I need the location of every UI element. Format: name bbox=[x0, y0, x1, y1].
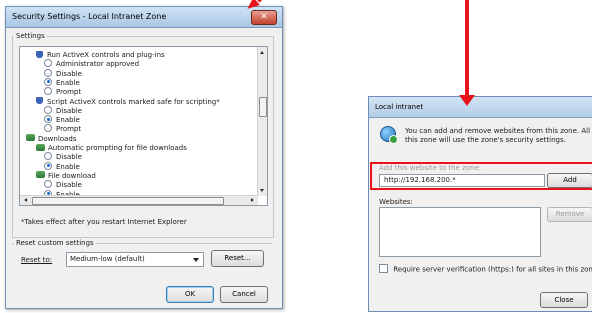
setting-label: Run ActiveX controls and plug-ins bbox=[47, 51, 165, 59]
setting-label: Disable bbox=[56, 181, 82, 190]
setting-option[interactable]: Disable bbox=[44, 152, 82, 162]
reset-level-value: Medium-low (default) bbox=[70, 255, 145, 263]
scroll-thumb[interactable] bbox=[259, 97, 267, 117]
chevron-down-icon bbox=[193, 258, 199, 262]
shield-icon bbox=[36, 97, 43, 104]
setting-header[interactable]: Automatic prompting for file downloads bbox=[36, 143, 187, 153]
setting-label: Prompt bbox=[56, 88, 82, 97]
setting-label: Disable bbox=[56, 69, 82, 78]
arrow-shaft bbox=[465, 0, 469, 97]
scroll-right-arrow[interactable] bbox=[251, 198, 254, 202]
radio-button[interactable] bbox=[44, 77, 52, 86]
restart-note: *Takes effect after you restart Internet… bbox=[21, 218, 187, 226]
setting-label: Administrator approved bbox=[56, 60, 140, 69]
setting-option[interactable]: Disable bbox=[44, 68, 82, 79]
https-checkbox-row[interactable]: Require server verification (https:) for… bbox=[379, 264, 592, 274]
description-line-2: this zone will use the zone's security s… bbox=[405, 136, 566, 144]
cancel-button[interactable]: Cancel bbox=[220, 286, 268, 303]
radio-button[interactable] bbox=[44, 115, 52, 124]
downloads-icon bbox=[36, 143, 45, 151]
settings-group-label: Settings bbox=[14, 32, 47, 40]
vertical-scrollbar[interactable] bbox=[257, 47, 267, 196]
scroll-down-arrow[interactable] bbox=[260, 189, 264, 192]
websites-label: Websites: bbox=[379, 198, 413, 206]
radio-button[interactable] bbox=[44, 105, 52, 114]
close-button[interactable]: Close bbox=[540, 292, 588, 308]
reset-to-label: Reset to: bbox=[21, 256, 53, 264]
globe-icon bbox=[380, 126, 398, 144]
title-bar: Local intranet bbox=[369, 97, 592, 118]
radio-button[interactable] bbox=[44, 124, 52, 133]
radio-button[interactable] bbox=[44, 152, 52, 161]
check-mark-icon bbox=[389, 135, 398, 144]
setting-option[interactable]: Prompt bbox=[44, 87, 82, 97]
shield-icon bbox=[36, 50, 43, 58]
radio-button[interactable] bbox=[44, 68, 52, 77]
scroll-up-arrow[interactable] bbox=[260, 51, 264, 54]
setting-header[interactable]: Run ActiveX controls and plug-ins bbox=[36, 50, 165, 60]
title-bar: Security Settings - Local Intranet Zone bbox=[6, 7, 282, 28]
radio-button[interactable] bbox=[44, 180, 52, 189]
horizontal-scrollbar[interactable] bbox=[20, 195, 258, 205]
radio-button[interactable] bbox=[44, 59, 52, 68]
scroll-left-arrow[interactable] bbox=[24, 198, 27, 202]
setting-category[interactable]: Downloads bbox=[26, 134, 77, 144]
ok-button[interactable]: OK bbox=[166, 286, 214, 303]
local-intranet-dialog: Local intranet You can add and remove we… bbox=[368, 96, 592, 312]
downloads-icon bbox=[36, 171, 45, 179]
arrow-head-icon bbox=[459, 95, 475, 106]
setting-option[interactable]: Enable bbox=[44, 161, 80, 172]
description-line-1: You can add and remove websites from thi… bbox=[405, 127, 592, 135]
setting-label: Enable bbox=[56, 116, 80, 125]
https-checkbox[interactable] bbox=[379, 264, 388, 273]
reset-button[interactable]: Reset... bbox=[211, 250, 264, 267]
dialog-title: Local intranet bbox=[375, 103, 424, 111]
setting-label: File download bbox=[48, 171, 96, 180]
setting-label: Script ActiveX controls marked safe for … bbox=[47, 97, 220, 106]
remove-button[interactable]: Remove bbox=[547, 207, 592, 222]
setting-label: Disable bbox=[56, 153, 82, 162]
radio-button[interactable] bbox=[44, 87, 52, 96]
close-icon[interactable]: ✕ bbox=[251, 10, 277, 25]
setting-label: Prompt bbox=[56, 125, 82, 134]
radio-button[interactable] bbox=[44, 161, 52, 170]
setting-option[interactable]: Administrator approved bbox=[44, 59, 140, 69]
setting-label: Enable bbox=[56, 78, 80, 87]
settings-tree[interactable]: Run ActiveX controls and plug-ins Adminis… bbox=[19, 46, 268, 206]
dialog-title: Security Settings - Local Intranet Zone bbox=[12, 12, 167, 21]
highlight-box bbox=[370, 162, 592, 190]
websites-list[interactable] bbox=[379, 207, 541, 257]
setting-option[interactable]: Prompt bbox=[44, 124, 82, 134]
reset-level-select[interactable]: Medium-low (default) bbox=[66, 252, 204, 267]
setting-label: Downloads bbox=[38, 134, 77, 143]
https-checkbox-label: Require server verification (https:) for… bbox=[393, 265, 592, 274]
security-settings-dialog: Security Settings - Local Intranet Zone … bbox=[5, 6, 283, 309]
setting-label: Enable bbox=[56, 162, 80, 171]
setting-header[interactable]: File download bbox=[36, 171, 96, 181]
setting-label: Disable bbox=[56, 106, 82, 115]
downloads-icon bbox=[26, 134, 35, 142]
setting-label: Automatic prompting for file downloads bbox=[48, 144, 187, 152]
reset-group-label: Reset custom settings bbox=[14, 239, 96, 247]
setting-option[interactable]: Disable bbox=[44, 180, 82, 190]
setting-header[interactable]: Script ActiveX controls marked safe for … bbox=[36, 97, 220, 107]
hscroll-thumb[interactable] bbox=[32, 197, 224, 205]
arrow-shaft bbox=[256, 0, 277, 3]
